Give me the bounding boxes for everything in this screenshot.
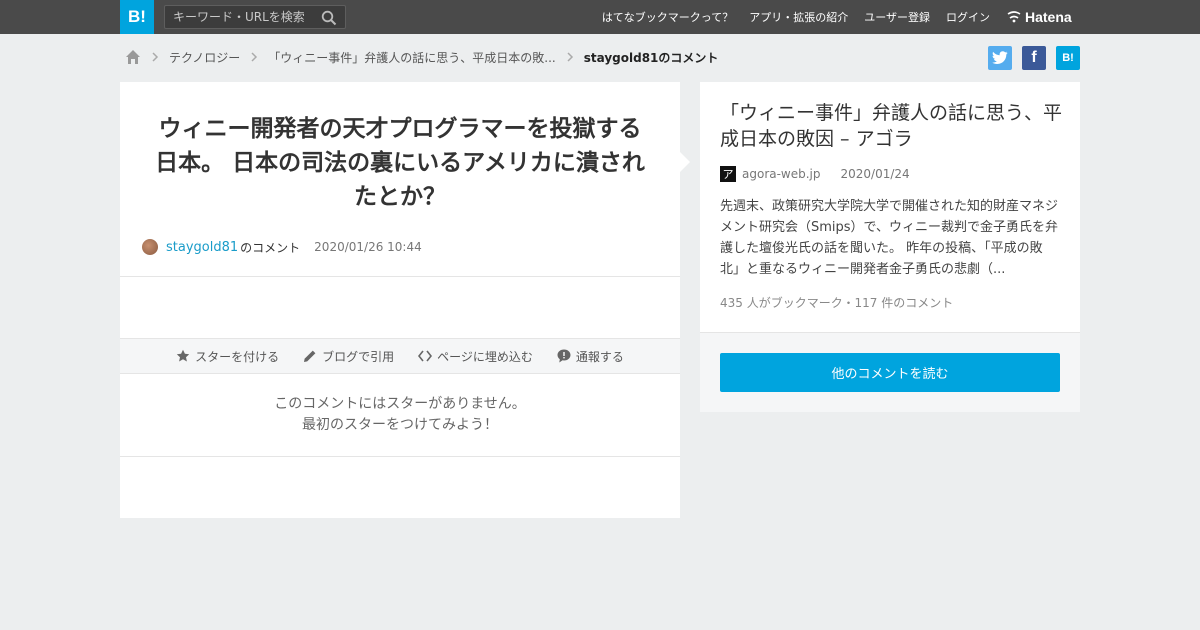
nav-about-link[interactable]: はてなブックマークって？	[602, 9, 733, 25]
comment-card: ウィニー開発者の天才プログラマーを投獄する日本。 日本の司法の裏にいるアメリカに…	[120, 82, 690, 518]
blog-quote-button[interactable]: ブログで引用	[303, 348, 394, 365]
top-bar: B! はてなブックマークって？ アプリ・拡張の紹介 ユーザー登録 ログイン Ha…	[0, 0, 1200, 34]
search-input[interactable]	[165, 6, 315, 28]
no-star-line2: 最初のスターをつけてみよう！	[302, 417, 498, 433]
entry-date: 2020/01/24	[840, 167, 910, 181]
add-star-label: スターを付ける	[195, 349, 280, 364]
read-other-comments-button[interactable]: 他のコメントを読む	[720, 353, 1060, 392]
pencil-icon	[304, 350, 316, 362]
divider	[120, 276, 680, 277]
entry-footer: 他のコメントを読む	[700, 332, 1080, 412]
breadcrumb: テクノロジー 「ウィニー事件」弁護人の話に思う、平成日本の敗... staygo…	[125, 47, 718, 67]
hatena-mark-icon	[1007, 11, 1021, 23]
home-icon[interactable]	[125, 49, 141, 65]
no-star-line1: このコメントにはスターがありません。	[274, 396, 526, 412]
hatebu-logo[interactable]: B!	[120, 0, 154, 34]
embed-button[interactable]: ページに埋め込む	[418, 348, 533, 365]
breadcrumb-current: staygold81のコメント	[583, 50, 719, 65]
site-favicon: ア	[720, 166, 736, 182]
chevron-right-icon	[567, 52, 573, 62]
avatar[interactable]	[142, 239, 158, 255]
hatena-logo[interactable]: Hatena	[1007, 8, 1072, 26]
hatebu-share-button[interactable]: B!	[1056, 46, 1080, 70]
entry-summary: 先週末、政策研究大学院大学で開催された知的財産マネジメント研究会（Smips）で…	[720, 199, 1059, 277]
nav-login-link[interactable]: ログイン	[946, 9, 990, 25]
nav-register-link[interactable]: ユーザー登録	[864, 9, 930, 25]
top-nav: はてなブックマークって？ アプリ・拡張の紹介 ユーザー登録 ログイン	[602, 0, 990, 34]
username-link[interactable]: staygold81	[166, 240, 238, 255]
no-star-message: このコメントにはスターがありません。 最初のスターをつけてみよう！	[120, 394, 680, 436]
breadcrumb-entry[interactable]: 「ウィニー事件」弁護人の話に思う、平成日本の敗...	[268, 49, 555, 66]
comment-suffix: のコメント	[240, 240, 301, 255]
add-star-button[interactable]: スターを付ける	[176, 348, 279, 365]
search-box[interactable]	[164, 5, 346, 29]
comment-text: ウィニー開発者の天才プログラマーを投獄する日本。 日本の司法の裏にいるアメリカに…	[155, 116, 645, 210]
comment-actions: スターを付ける ブログで引用 ページに埋め込む 通報する	[120, 338, 680, 374]
report-button[interactable]: 通報する	[557, 348, 624, 365]
hatena-wordmark: Hatena	[1025, 9, 1072, 25]
report-icon	[557, 349, 571, 363]
star-icon	[176, 349, 190, 362]
search-icon[interactable]	[321, 10, 337, 26]
twitter-share-button[interactable]	[988, 46, 1012, 70]
site-domain[interactable]: agora-web.jp	[742, 167, 821, 181]
chevron-right-icon	[152, 52, 159, 62]
comment-datetime[interactable]: 2020/01/26 10:44	[314, 240, 422, 254]
twitter-bird-icon	[992, 51, 1008, 64]
entry-card: 「ウィニー事件」弁護人の話に思う、平成日本の敗因 – アゴラ ア agora-w…	[700, 82, 1080, 412]
comment-meta: staygold81 のコメント 2020/01/26 10:44	[142, 237, 422, 257]
chevron-right-icon	[251, 52, 258, 62]
bookmark-counts[interactable]: 435 人がブックマーク・117 件のコメント	[720, 294, 953, 311]
embed-label: ページに埋め込む	[437, 349, 533, 364]
entry-title-link[interactable]: 「ウィニー事件」弁護人の話に思う、平成日本の敗因 – アゴラ	[720, 100, 1065, 152]
blog-quote-label: ブログで引用	[322, 349, 395, 364]
entry-source: ア agora-web.jp 2020/01/24	[720, 166, 910, 182]
divider	[120, 456, 680, 457]
report-label: 通報する	[575, 349, 624, 364]
code-icon	[418, 350, 433, 362]
nav-apps-link[interactable]: アプリ・拡張の紹介	[749, 9, 848, 25]
breadcrumb-category[interactable]: テクノロジー	[169, 49, 240, 66]
facebook-share-button[interactable]: f	[1022, 46, 1046, 70]
